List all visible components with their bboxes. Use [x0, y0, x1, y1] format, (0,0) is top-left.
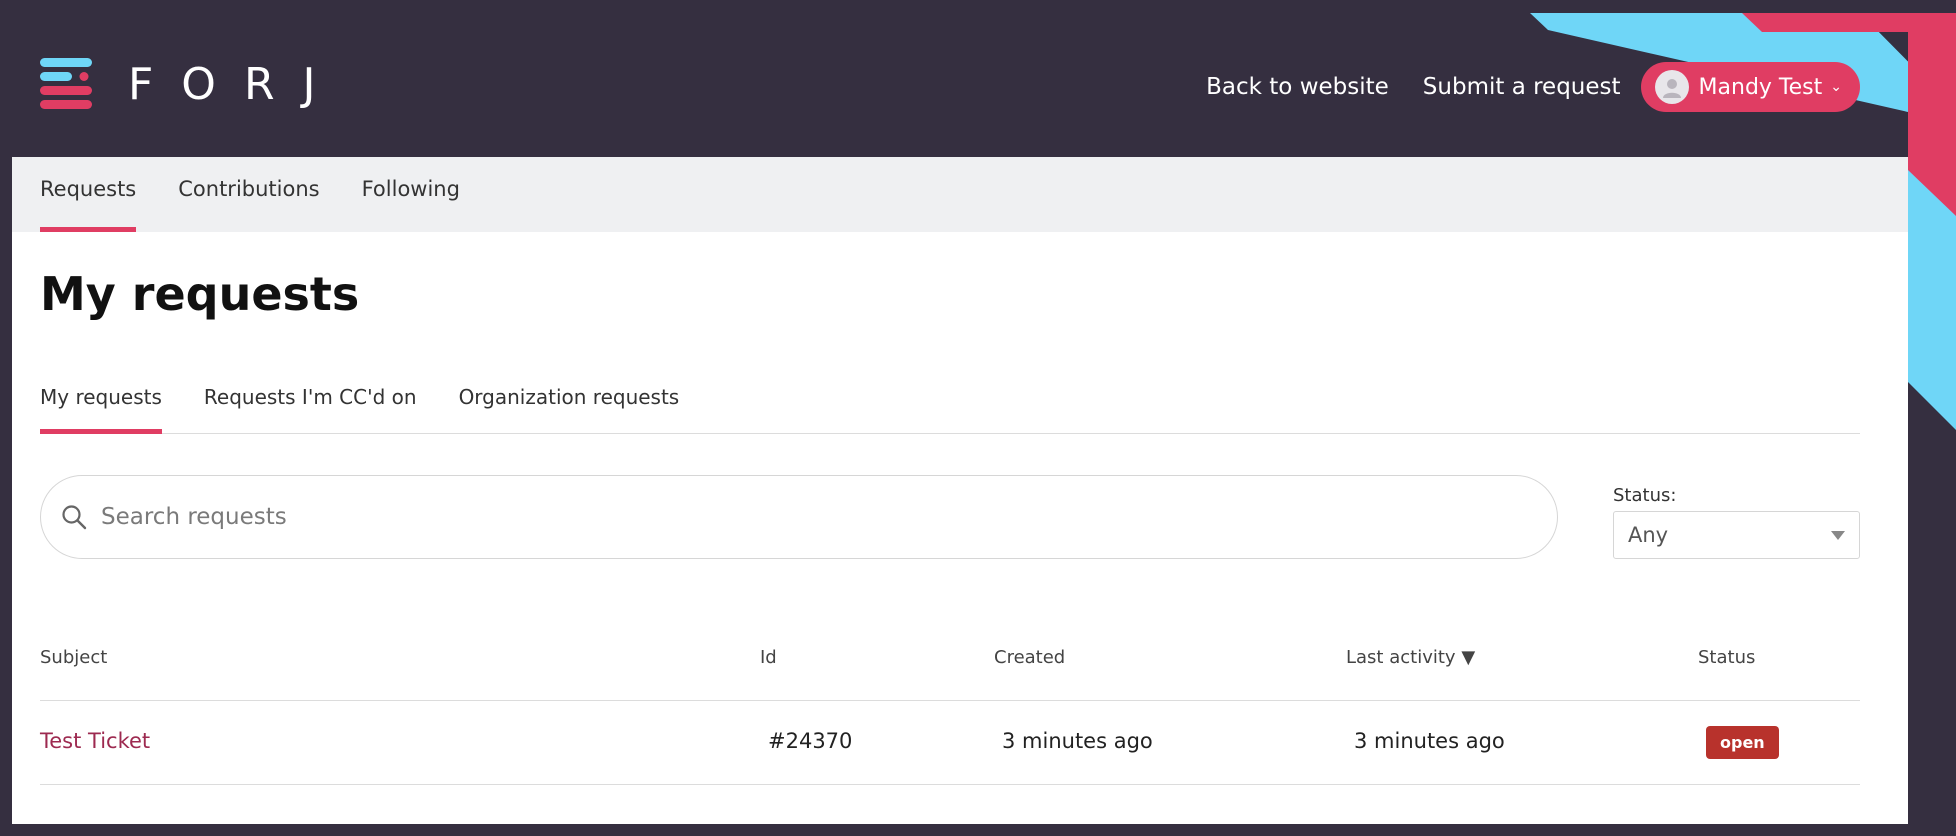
column-header-last-activity[interactable]: Last activity ▼: [1346, 647, 1475, 668]
user-name: Mandy Test: [1698, 74, 1823, 100]
search-input[interactable]: [101, 504, 1481, 530]
column-header-last-activity-label: Last activity: [1346, 647, 1456, 668]
avatar: [1654, 70, 1689, 104]
user-menu-button[interactable]: Mandy Test ⌄: [1640, 62, 1860, 112]
sort-desc-icon: ▼: [1461, 647, 1476, 668]
back-to-website-link[interactable]: Back to website: [1206, 74, 1389, 100]
subnav-tab-following[interactable]: Following: [362, 177, 460, 232]
user-icon: [1662, 79, 1681, 98]
logo-wordmark: FORJ: [128, 58, 344, 110]
subnav-tab-contributions[interactable]: Contributions: [178, 177, 319, 232]
status-badge: open: [1706, 726, 1779, 759]
status-filter-label: Status:: [1613, 485, 1677, 506]
table-row: Test Ticket #24370 3 minutes ago 3 minut…: [40, 701, 1860, 785]
tab-organization-requests[interactable]: Organization requests: [459, 385, 680, 434]
search-box: [40, 475, 1558, 559]
tab-cc-requests[interactable]: Requests I'm CC'd on: [204, 385, 417, 434]
column-header-created[interactable]: Created: [994, 647, 1065, 668]
header-nav: Back to website Submit a request Mandy T…: [1206, 62, 1860, 112]
column-header-status[interactable]: Status: [1698, 647, 1755, 668]
requests-table: Subject Id Created Last activity ▼ Statu…: [40, 627, 1860, 785]
main-card: Requests Contributions Following My requ…: [12, 157, 1908, 824]
logo-mark-icon: [40, 58, 92, 109]
chevron-down-icon: ⌄: [1830, 79, 1842, 95]
caret-down-icon: [1831, 530, 1845, 540]
row-created: 3 minutes ago: [1002, 729, 1153, 753]
search-icon: [62, 505, 87, 530]
table-header: Subject Id Created Last activity ▼ Statu…: [40, 627, 1860, 701]
logo[interactable]: FORJ: [40, 58, 344, 110]
submit-request-link[interactable]: Submit a request: [1423, 74, 1621, 100]
row-last-activity: 3 minutes ago: [1354, 729, 1505, 753]
status-filter-value: Any: [1628, 523, 1669, 547]
tab-my-requests[interactable]: My requests: [40, 385, 162, 434]
sub-navigation: Requests Contributions Following: [12, 157, 1908, 232]
column-header-subject[interactable]: Subject: [40, 647, 107, 668]
status-filter-select[interactable]: Any: [1613, 511, 1860, 559]
subnav-tab-requests[interactable]: Requests: [40, 177, 137, 232]
row-subject-link[interactable]: Test Ticket: [40, 729, 150, 753]
column-header-id[interactable]: Id: [760, 647, 777, 668]
page-title: My requests: [40, 267, 360, 321]
request-tabs: My requests Requests I'm CC'd on Organiz…: [40, 379, 1860, 434]
row-id: #24370: [768, 729, 853, 753]
